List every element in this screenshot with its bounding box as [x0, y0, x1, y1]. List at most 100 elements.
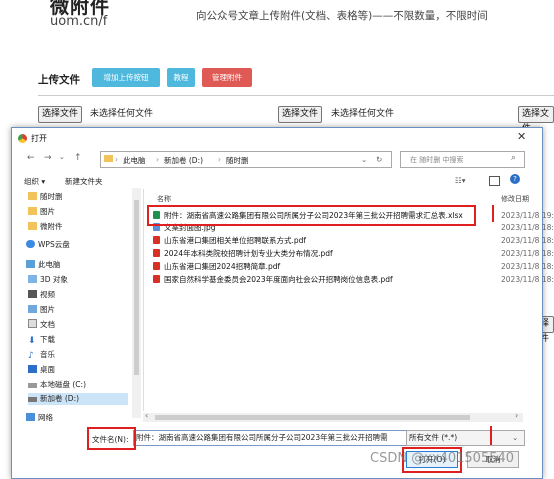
sidebar-item-folder[interactable]: 图片 [28, 206, 55, 218]
file-name: 山东省港口集团2024招聘简章.pdf [164, 262, 281, 271]
sidebar-item-downloads[interactable]: ⬇ 下载 [28, 334, 55, 346]
manage-attachments-button[interactable]: 管理附件 [202, 68, 252, 87]
filetype-value: 所有文件 (*.*) [409, 433, 458, 442]
sidebar-item-label: 视频 [40, 290, 55, 299]
preview-pane-icon[interactable] [489, 176, 500, 186]
sidebar-item-videos[interactable]: 视频 [28, 289, 55, 301]
highlight-box [87, 427, 136, 450]
pdf-icon [153, 236, 160, 244]
network-icon [26, 413, 35, 421]
organize-button[interactable]: 组织 ▾ [24, 176, 45, 187]
column-header-modified[interactable]: 修改日期 [501, 194, 529, 204]
file-date: 2023/11/8 19:03 [501, 211, 554, 220]
filetype-select[interactable]: 所有文件 (*.*) ⌄ [406, 430, 525, 446]
file-date: 2023/11/8 18:21 [501, 249, 554, 258]
cloud-icon [26, 240, 35, 248]
filename-input[interactable]: 附件：湖南省高速公路集团有限公司所属分子公司2023年第三批公开招聘需 [133, 430, 407, 446]
computer-icon [26, 260, 35, 268]
pdf-icon [153, 262, 160, 270]
file-date: 2023/11/8 18:11 [501, 275, 554, 284]
file-name: 国家自然科学基金委员会2023年度面向社会公开招聘岗位信息表.pdf [164, 275, 393, 284]
up-icon[interactable]: ↑ [74, 153, 82, 163]
tutorial-button[interactable]: 教程 [167, 68, 195, 87]
scroll-right-icon[interactable]: › [515, 411, 518, 420]
highlight-marker [490, 426, 494, 445]
chevron-right-icon: › [218, 155, 221, 164]
sidebar-item-label: 图片 [40, 305, 55, 314]
sidebar-item-documents[interactable]: 文档 [28, 319, 55, 331]
sidebar-item-label: 文档 [40, 320, 55, 329]
chevron-right-icon: › [156, 155, 159, 164]
sidebar-item-label: 网络 [38, 413, 53, 422]
sidebar-item-pictures[interactable]: 图片 [28, 304, 55, 316]
sidebar-item-label: 此电脑 [38, 260, 61, 269]
sidebar-item-label: 新加卷 (D:) [40, 394, 80, 403]
sidebar-item-this-pc[interactable]: 此电脑 [26, 259, 61, 271]
scroll-left-icon[interactable]: ‹ [145, 411, 148, 420]
tagline: 向公众号文章上传附件(文档、表格等)——不限数量，不限时间 [196, 10, 488, 22]
column-header-name[interactable]: 名称 [157, 194, 171, 204]
choose-file-button[interactable]: 选择文件 [38, 106, 83, 123]
breadcrumb-item[interactable]: 此电脑 [123, 155, 146, 166]
watermark: CSDN @xx401505540 [370, 451, 515, 466]
new-folder-button[interactable]: 新建文件夹 [65, 176, 103, 187]
sidebar-item-drive-c[interactable]: 本地磁盘 (C:) [28, 379, 86, 391]
sidebar-item-label: 下载 [40, 335, 55, 344]
sidebar-scroll-thumb[interactable] [134, 200, 139, 375]
sidebar-item-label: 微附件 [40, 222, 63, 231]
sidebar-item-cloud[interactable]: WPS云盘 [26, 239, 70, 251]
folder-icon [28, 222, 37, 230]
search-placeholder: 在 随时删 中搜索 [410, 156, 464, 164]
sidebar-item-folder[interactable]: 随时删 [28, 191, 63, 203]
folder-icon [28, 207, 37, 215]
breadcrumb-item[interactable]: 随时删 [226, 155, 249, 166]
choose-file-button[interactable]: 选择文件 [278, 106, 323, 123]
refresh-icon[interactable]: ↻ [376, 155, 382, 164]
file-name: 2024年本科类院校招聘计划专业大类分布情况.pdf [164, 249, 333, 258]
pdf-icon [153, 249, 160, 257]
download-icon: ⬇ [28, 336, 36, 346]
search-icon[interactable]: ⌕ [511, 153, 516, 163]
horizontal-scroll-thumb[interactable] [155, 415, 470, 420]
sidebar-item-label: 随时删 [40, 192, 63, 201]
breadcrumb-item[interactable]: 新加卷 (D:) [164, 155, 203, 166]
choose-file-button[interactable]: 选择文件 [518, 106, 554, 134]
view-icon[interactable]: ☷▾ [455, 176, 466, 185]
sidebar-item-music[interactable]: ♪ 音乐 [28, 349, 55, 361]
file-row[interactable]: 国家自然科学基金委员会2023年度面向社会公开招聘岗位信息表.pdf [153, 274, 393, 285]
chevron-down-icon[interactable]: ⌄ [59, 153, 65, 161]
file-name: 山东省港口集团相关单位招聘联系方式.pdf [164, 236, 307, 245]
close-icon[interactable]: ✕ [517, 130, 526, 143]
sidebar-item-label: 3D 对象 [40, 275, 68, 284]
sidebar-item-drive-d[interactable]: 新加卷 (D:) [28, 393, 128, 405]
video-icon [28, 290, 37, 298]
sidebar-item-network[interactable]: 网络 [26, 412, 53, 424]
sidebar-item-label: 音乐 [40, 350, 55, 359]
search-input[interactable]: 在 随时删 中搜索 ⌕ [400, 151, 525, 168]
document-icon [28, 319, 37, 328]
disk-icon [28, 383, 37, 388]
chevron-down-icon[interactable]: ⌄ [361, 155, 367, 164]
back-icon[interactable]: ← [27, 153, 35, 163]
sidebar-item-folder[interactable]: 微附件 [28, 221, 63, 233]
sidebar-item-3d[interactable]: 3D 对象 [28, 274, 68, 286]
chevron-right-icon: › [115, 155, 118, 164]
sidebar-item-label: 本地磁盘 (C:) [40, 380, 86, 389]
pane-divider [143, 189, 144, 411]
no-file-label: 未选择任何文件 [90, 109, 154, 119]
highlight-box [147, 205, 476, 226]
file-date: 2023/11/8 18:20 [501, 262, 554, 271]
add-upload-button[interactable]: 增加上传按钮 [92, 68, 160, 87]
cube-icon [28, 275, 37, 283]
sidebar-item-desktop[interactable]: 桌面 [28, 364, 55, 376]
help-icon[interactable]: ? [510, 174, 520, 184]
address-bar[interactable]: › 此电脑 › 新加卷 (D:) › 随时删 ⌄ ↻ [100, 151, 392, 168]
file-row[interactable]: 山东省港口集团相关单位招聘联系方式.pdf [153, 235, 306, 246]
dialog-title: 打开 [31, 134, 47, 143]
sidebar-item-label: WPS云盘 [38, 240, 70, 249]
file-date: 2023/11/8 18:43 [501, 223, 554, 232]
forward-icon[interactable]: → [44, 153, 52, 163]
file-row[interactable]: 2024年本科类院校招聘计划专业大类分布情况.pdf [153, 248, 333, 259]
file-row[interactable]: 山东省港口集团2024招聘简章.pdf [153, 261, 280, 272]
upload-title: 上传文件 [38, 74, 80, 86]
